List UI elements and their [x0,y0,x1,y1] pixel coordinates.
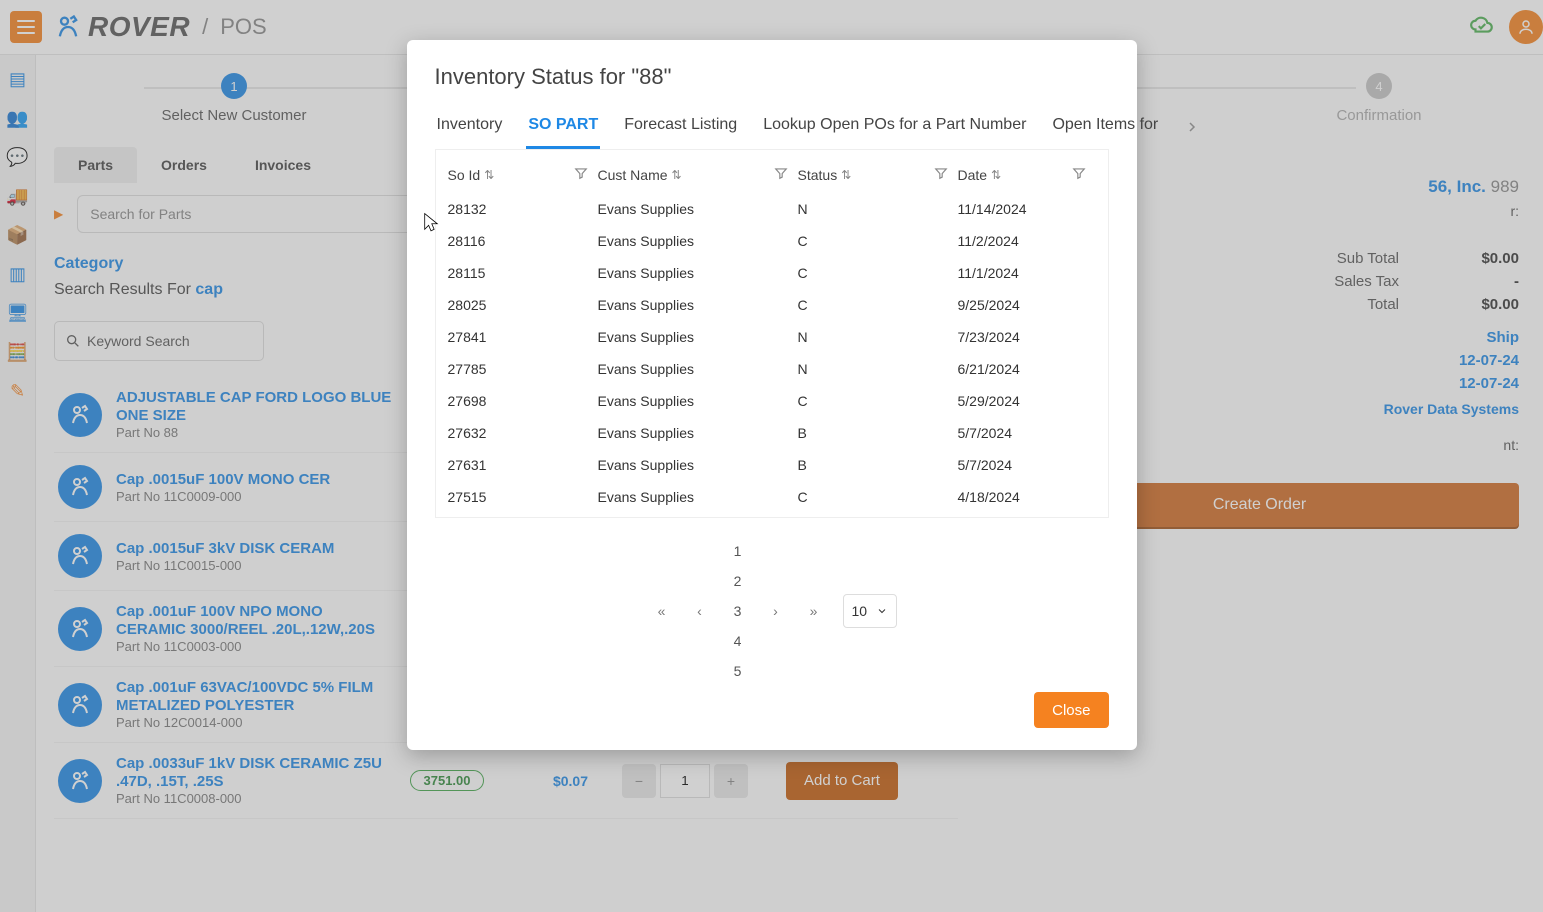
cell-cust: Evans Supplies [598,393,798,409]
sort-icon[interactable]: ⇅ [484,168,494,182]
sort-icon[interactable]: ⇅ [841,168,851,182]
cell-cust: Evans Supplies [598,457,798,473]
cell-status: C [798,265,958,281]
table-row[interactable]: 28025Evans SuppliesC9/25/2024 [448,289,1096,321]
pager-last-icon[interactable]: » [799,596,829,626]
so-grid: So Id ⇅ Cust Name ⇅ Status ⇅ [435,150,1109,518]
col-so-id[interactable]: So Id [448,167,481,183]
cell-status: N [798,201,958,217]
cell-so-id: 27632 [448,425,598,441]
page-3[interactable]: 3 [723,596,753,626]
table-row[interactable]: 28116Evans SuppliesC11/2/2024 [448,225,1096,257]
cell-so-id: 28132 [448,201,598,217]
filter-icon[interactable] [774,166,788,183]
cell-status: C [798,233,958,249]
table-row[interactable]: 27631Evans SuppliesB5/7/2024 [448,449,1096,481]
page-5[interactable]: 5 [723,656,753,686]
filter-icon[interactable] [1072,166,1086,183]
cell-so-id: 28115 [448,265,598,281]
cell-status: C [798,393,958,409]
pager: « ‹ 12345 › » 10 [435,536,1109,686]
cell-so-id: 28025 [448,297,598,313]
modal-tabs: Inventory SO PART Forecast Listing Looku… [435,108,1109,150]
mtab-inventory[interactable]: Inventory [435,108,505,149]
page-1[interactable]: 1 [723,536,753,566]
cell-cust: Evans Supplies [598,297,798,313]
cell-status: N [798,329,958,345]
cell-cust: Evans Supplies [598,361,798,377]
cell-date: 9/25/2024 [958,297,1096,313]
table-row[interactable]: 27632Evans SuppliesB5/7/2024 [448,417,1096,449]
filter-icon[interactable] [934,166,948,183]
cell-status: B [798,457,958,473]
cell-date: 5/29/2024 [958,393,1096,409]
cell-cust: Evans Supplies [598,329,798,345]
cell-date: 6/21/2024 [958,361,1096,377]
sort-icon[interactable]: ⇅ [672,168,682,182]
cell-so-id: 27785 [448,361,598,377]
cell-date: 5/7/2024 [958,425,1096,441]
col-status[interactable]: Status [798,167,838,183]
mtab-so-part[interactable]: SO PART [526,108,600,149]
cell-cust: Evans Supplies [598,265,798,281]
chevron-down-icon [876,605,888,617]
cell-so-id: 27631 [448,457,598,473]
pager-next-icon[interactable]: › [761,596,791,626]
pager-first-icon[interactable]: « [647,596,677,626]
cell-so-id: 28116 [448,233,598,249]
filter-icon[interactable] [574,166,588,183]
table-row[interactable]: 27785Evans SuppliesN6/21/2024 [448,353,1096,385]
cell-date: 11/1/2024 [958,265,1096,281]
mtab-scroll-right-icon[interactable] [1182,120,1202,138]
table-row[interactable]: 27698Evans SuppliesC5/29/2024 [448,385,1096,417]
table-row[interactable]: 28132Evans SuppliesN11/14/2024 [448,193,1096,225]
mtab-lookup-pos[interactable]: Lookup Open POs for a Part Number [761,108,1028,149]
cell-so-id: 27515 [448,489,598,505]
pager-prev-icon[interactable]: ‹ [685,596,715,626]
inventory-status-modal: Inventory Status for "88" Inventory SO P… [407,40,1137,750]
cell-date: 4/18/2024 [958,489,1096,505]
modal-overlay: Inventory Status for "88" Inventory SO P… [0,0,1543,912]
cell-so-id: 27698 [448,393,598,409]
table-row[interactable]: 27515Evans SuppliesC4/18/2024 [448,481,1096,513]
col-date[interactable]: Date [958,167,988,183]
cell-date: 7/23/2024 [958,329,1096,345]
cell-date: 11/2/2024 [958,233,1096,249]
cell-date: 11/14/2024 [958,201,1096,217]
cell-status: B [798,425,958,441]
sort-icon[interactable]: ⇅ [991,168,1001,182]
cell-date: 5/7/2024 [958,457,1096,473]
cell-cust: Evans Supplies [598,425,798,441]
page-4[interactable]: 4 [723,626,753,656]
cell-status: N [798,361,958,377]
page-size-select[interactable]: 10 [843,594,897,628]
cell-cust: Evans Supplies [598,233,798,249]
mtab-open-items[interactable]: Open Items for [1050,108,1160,149]
modal-title: Inventory Status for "88" [435,64,1109,90]
mtab-forecast[interactable]: Forecast Listing [622,108,739,149]
close-button[interactable]: Close [1034,692,1108,728]
table-row[interactable]: 27841Evans SuppliesN7/23/2024 [448,321,1096,353]
cell-status: C [798,297,958,313]
col-cust-name[interactable]: Cust Name [598,167,668,183]
page-2[interactable]: 2 [723,566,753,596]
table-row[interactable]: 28115Evans SuppliesC11/1/2024 [448,257,1096,289]
cell-status: C [798,489,958,505]
cell-so-id: 27841 [448,329,598,345]
cell-cust: Evans Supplies [598,201,798,217]
cell-cust: Evans Supplies [598,489,798,505]
